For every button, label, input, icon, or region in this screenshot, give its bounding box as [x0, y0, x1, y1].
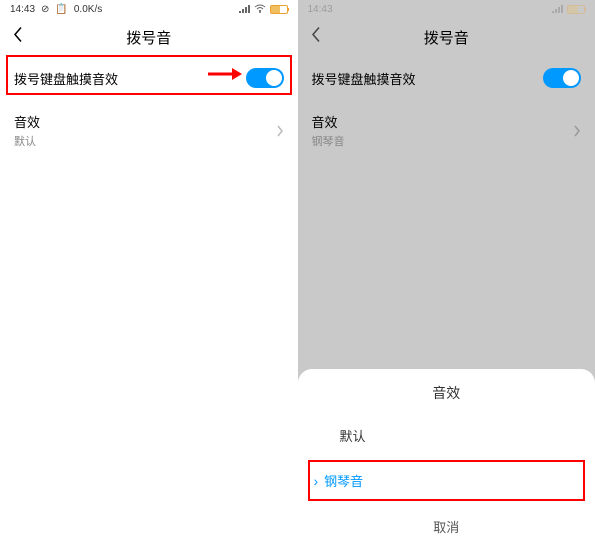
touch-sound-row[interactable]: 拨号键盘触摸音效 [0, 56, 298, 100]
sheet-option-default[interactable]: 默认 [298, 413, 595, 458]
clipboard-icon: 📋 [55, 4, 67, 15]
touch-sound-row[interactable]: 拨号键盘触摸音效 [298, 56, 595, 100]
sound-effect-row[interactable]: 音效 钢琴音 [298, 100, 595, 161]
sound-effect-label: 音效 [312, 112, 574, 131]
status-time: 14:43 [10, 4, 35, 15]
screen-left: 14:43 ⊘ 📋 0.0K/s [0, 0, 298, 550]
sound-effect-label: 音效 [14, 112, 276, 131]
sound-effect-value: 默认 [14, 133, 276, 149]
page-title: 拨号音 [424, 27, 469, 48]
sheet-title: 音效 [298, 369, 595, 413]
chevron-left-icon [12, 26, 24, 44]
sheet-cancel-button[interactable]: 取消 [298, 503, 595, 550]
signal-icon [239, 5, 250, 13]
chevron-right-icon [276, 124, 284, 138]
sound-effect-row[interactable]: 音效 默认 [0, 100, 298, 161]
back-button[interactable] [12, 26, 24, 49]
do-not-disturb-icon: ⊘ [41, 4, 49, 15]
sheet-option-piano[interactable]: › 钢琴音 [298, 458, 595, 503]
check-icon: › [314, 473, 319, 489]
wifi-icon [254, 4, 266, 14]
touch-sound-toggle[interactable] [543, 68, 581, 88]
touch-sound-label: 拨号键盘触摸音效 [312, 69, 544, 88]
status-bar: 14:43 [298, 0, 595, 18]
back-button[interactable] [310, 26, 322, 49]
header: 拨号音 [0, 18, 298, 56]
sound-effect-sheet: 音效 默认 › 钢琴音 取消 [298, 369, 595, 550]
chevron-right-icon [573, 124, 581, 138]
battery-icon [270, 5, 288, 14]
touch-sound-label: 拨号键盘触摸音效 [14, 69, 246, 88]
signal-icon [552, 5, 563, 13]
page-title: 拨号音 [126, 27, 171, 48]
touch-sound-toggle[interactable] [246, 68, 284, 88]
status-bar: 14:43 ⊘ 📋 0.0K/s [0, 0, 298, 18]
battery-icon [567, 5, 585, 14]
status-speed: 0.0K/s [74, 4, 102, 15]
status-time: 14:43 [308, 4, 333, 15]
sound-effect-value: 钢琴音 [312, 133, 574, 149]
chevron-left-icon [310, 26, 322, 44]
screen-right: 14:43 拨号音 拨号键盘触摸音效 [298, 0, 595, 550]
header: 拨号音 [298, 18, 595, 56]
